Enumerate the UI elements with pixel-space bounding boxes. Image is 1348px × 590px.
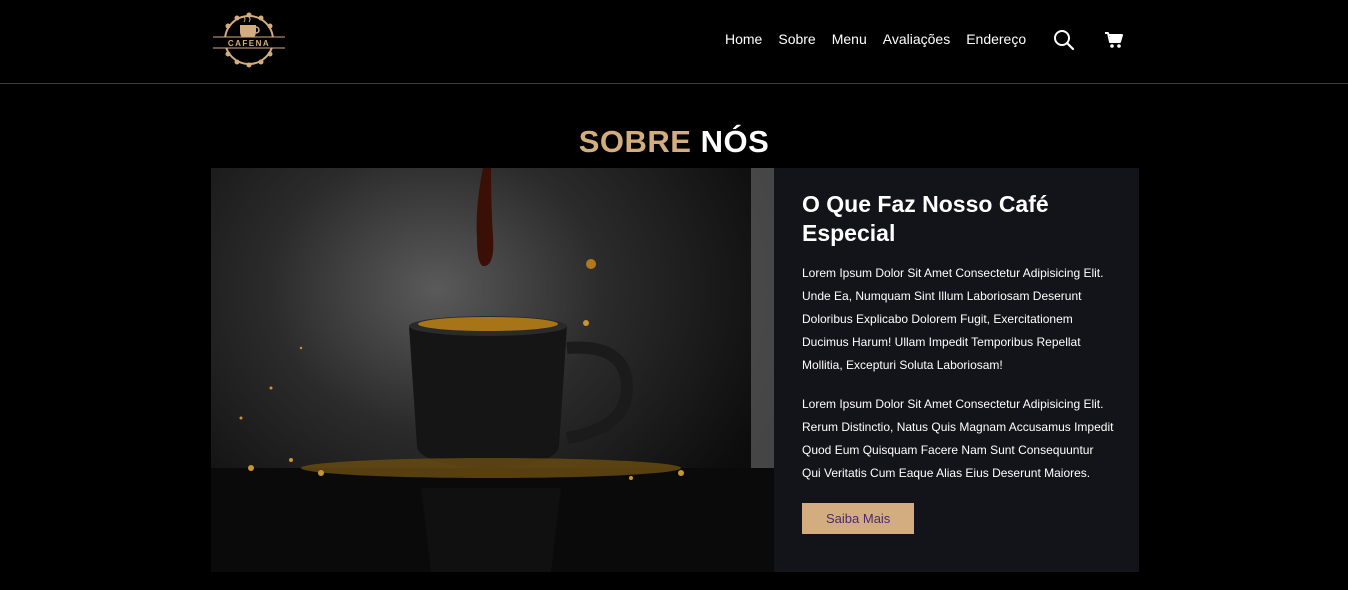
nav-home[interactable]: Home	[725, 30, 762, 48]
nav-endereco[interactable]: Endereço	[966, 30, 1026, 48]
about-paragraph-1: Lorem Ipsum Dolor Sit Amet Consectetur A…	[802, 266, 1104, 372]
svg-text:CAFENA: CAFENA	[228, 39, 270, 48]
coffee-cup-image	[211, 168, 774, 572]
search-icon[interactable]	[1053, 29, 1075, 51]
nav-menu[interactable]: Menu	[832, 30, 867, 48]
section-title: SOBRE NÓS	[0, 124, 1348, 160]
saiba-mais-button[interactable]: Saiba Mais	[802, 503, 915, 534]
section-title-rest: NÓS	[700, 123, 770, 159]
site-header: CAFENA Home Sobre Menu Avaliações Endere…	[0, 0, 1348, 84]
cart-icon[interactable]	[1104, 31, 1124, 49]
cafena-logo[interactable]: CAFENA	[209, 7, 289, 73]
about-paragraph-2: Lorem Ipsum Dolor Sit Amet Consectetur A…	[802, 397, 1114, 480]
nav-sobre[interactable]: Sobre	[778, 30, 815, 48]
nav-avaliacoes[interactable]: Avaliações	[883, 30, 950, 48]
section-title-accent: SOBRE	[578, 123, 692, 159]
about-card: O Que Faz Nosso Café Especial Lorem Ipsu…	[211, 168, 1139, 572]
about-heading: O Que Faz Nosso Café Especial	[802, 191, 1049, 246]
about-content: O Que Faz Nosso Café Especial Lorem Ipsu…	[774, 168, 1139, 572]
main-nav: Home Sobre Menu Avaliações Endereço	[725, 30, 1026, 48]
